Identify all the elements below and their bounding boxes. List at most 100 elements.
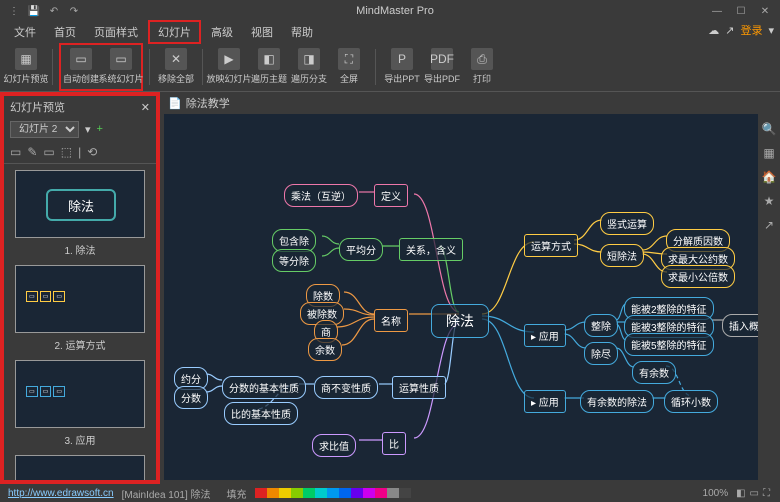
swatch-3[interactable] (291, 488, 303, 498)
ribbon-btn-3-3[interactable]: ⛶全屏 (329, 45, 369, 89)
node-4[interactable]: 平均分 (339, 238, 383, 261)
ribbon-btn-1-1[interactable]: ▭系统幻灯片 (101, 45, 141, 89)
swatch-6[interactable] (327, 488, 339, 498)
swatch-11[interactable] (387, 488, 399, 498)
node-20[interactable]: ▸ 应用 (524, 324, 566, 347)
share-icon[interactable]: ↗ (725, 24, 734, 37)
ribbon-btn-2-0[interactable]: ✕移除全部 (156, 45, 196, 89)
node-18[interactable]: 比 (382, 432, 406, 455)
side-tool-5[interactable]: ⟲ (87, 145, 97, 159)
undo-icon[interactable]: ↶ (46, 3, 62, 19)
ribbon-icon: ✕ (165, 48, 187, 70)
side-tool-3[interactable]: ⬚ (61, 145, 72, 159)
ribbon-btn-4-1[interactable]: PDF导出PDF (422, 45, 462, 89)
side-tool-2[interactable]: ▭ (43, 145, 54, 159)
thumb-2[interactable]: ▭▭▭3. 应用 (10, 360, 150, 447)
thumb-label: 1. 除法 (10, 242, 150, 257)
node-15[interactable]: 商不变性质 (314, 376, 378, 399)
swatch-7[interactable] (339, 488, 351, 498)
zoom-value[interactable]: 100% (703, 488, 729, 499)
thumb-1[interactable]: ▭▭▭2. 运算方式 (10, 265, 150, 352)
ribbon-btn-3-2[interactable]: ◨遍历分支 (289, 45, 329, 89)
rtool-2[interactable]: 🏠 (762, 170, 777, 184)
menu-2[interactable]: 页面样式 (86, 22, 146, 42)
swatch-0[interactable] (255, 488, 267, 498)
side-tool-1[interactable]: ✎ (27, 145, 37, 159)
add-slide-icon[interactable]: + (97, 123, 103, 135)
status-icon-0[interactable]: ◧ (736, 488, 745, 499)
node-center[interactable]: 除法 (431, 304, 489, 338)
side-tool-4[interactable]: | (78, 145, 81, 159)
swatch-2[interactable] (279, 488, 291, 498)
ribbon-btn-4-2[interactable]: ⎙打印 (462, 45, 502, 89)
menu-1[interactable]: 首页 (46, 22, 84, 42)
ribbon-label: 幻灯片预览 (4, 72, 49, 85)
menu-4[interactable]: 高级 (203, 22, 241, 42)
dropdown-icon[interactable]: ▾ (85, 123, 91, 136)
swatch-8[interactable] (351, 488, 363, 498)
minimize-icon[interactable]: — (708, 4, 726, 18)
side-close-icon[interactable]: ✕ (141, 101, 150, 114)
rtool-4[interactable]: ↗ (764, 218, 774, 232)
login-link[interactable]: 登录 (740, 22, 762, 38)
swatch-12[interactable] (399, 488, 411, 498)
swatch-5[interactable] (315, 488, 327, 498)
slide-select[interactable]: 幻灯片 2 (10, 121, 79, 138)
node-17[interactable]: 求比值 (312, 434, 356, 457)
node-1[interactable]: 定义 (374, 184, 408, 207)
swatch-9[interactable] (363, 488, 375, 498)
rtool-3[interactable]: ★ (764, 194, 775, 208)
cloud-icon[interactable]: ☁ (708, 24, 719, 37)
ribbon-label: 导出PDF (424, 72, 460, 85)
node-13[interactable]: 分数的基本性质 (222, 376, 306, 399)
ribbon-btn-3-1[interactable]: ◧遍历主题 (249, 45, 289, 89)
menu-6[interactable]: 帮助 (283, 22, 321, 42)
node-34[interactable]: 有余数的除法 (580, 390, 654, 413)
side-tool-0[interactable]: ▭ (10, 145, 21, 159)
node-27[interactable]: 整除 (584, 314, 618, 337)
node-16[interactable]: 运算性质 (392, 376, 446, 399)
node-22[interactable]: 竖式运算 (600, 212, 654, 235)
node-33[interactable]: 插入概要 (722, 314, 758, 337)
node-5[interactable]: 关系，含义 (399, 238, 463, 261)
tab-name[interactable]: 除法教学 (186, 95, 230, 111)
rtool-1[interactable]: ▦ (763, 146, 774, 160)
swatch-4[interactable] (303, 488, 315, 498)
menu-5[interactable]: 视图 (243, 22, 281, 42)
status-icon-1[interactable]: ▭ (750, 488, 759, 499)
qat-dropdown-icon[interactable]: ⋮ (6, 3, 22, 19)
redo-icon[interactable]: ↷ (66, 3, 82, 19)
ribbon-btn-4-0[interactable]: P导出PPT (382, 45, 422, 89)
swatch-10[interactable] (375, 488, 387, 498)
save-icon[interactable]: 💾 (26, 3, 42, 19)
node-12[interactable]: 分数 (174, 386, 208, 409)
menu-0[interactable]: 文件 (6, 22, 44, 42)
menu-3[interactable]: 幻灯片 (148, 20, 201, 44)
node-19[interactable]: 运算方式 (524, 234, 578, 257)
rtool-0[interactable]: 🔍 (762, 122, 777, 136)
node-26[interactable]: 求最小公倍数 (661, 265, 735, 288)
status-link[interactable]: http://www.edrawsoft.cn (8, 488, 114, 499)
swatch-1[interactable] (267, 488, 279, 498)
maximize-icon[interactable]: ☐ (732, 4, 750, 18)
ribbon-btn-1-0[interactable]: ▭自动创建 (61, 45, 101, 89)
node-10[interactable]: 名称 (374, 309, 408, 332)
node-3[interactable]: 等分除 (272, 249, 316, 272)
thumb-0[interactable]: 除法1. 除法 (10, 170, 150, 257)
node-9[interactable]: 余数 (308, 338, 342, 361)
ribbon-btn-0-0[interactable]: ▦幻灯片预览 (6, 45, 46, 89)
node-21[interactable]: ▸ 应用 (524, 390, 566, 413)
node-14[interactable]: 比的基本性质 (224, 402, 298, 425)
node-23[interactable]: 短除法 (600, 244, 644, 267)
node-35[interactable]: 循环小数 (664, 390, 718, 413)
ribbon-btn-3-0[interactable]: ▶放映幻灯片 (209, 45, 249, 89)
node-28[interactable]: 除尽 (584, 342, 618, 365)
node-0[interactable]: 乘法（互逆） (284, 184, 358, 207)
node-31[interactable]: 能被5整除的特征 (624, 333, 714, 356)
thumb-3[interactable]: ▭▭▭4. 应用 (10, 455, 150, 480)
status-icon-2[interactable]: ⛶ (763, 488, 770, 499)
close-icon[interactable]: ✕ (756, 4, 774, 18)
login-chevron-icon[interactable]: ▾ (768, 24, 774, 37)
node-32[interactable]: 有余数 (632, 361, 676, 384)
ribbon-label: 遍历分支 (291, 72, 327, 85)
